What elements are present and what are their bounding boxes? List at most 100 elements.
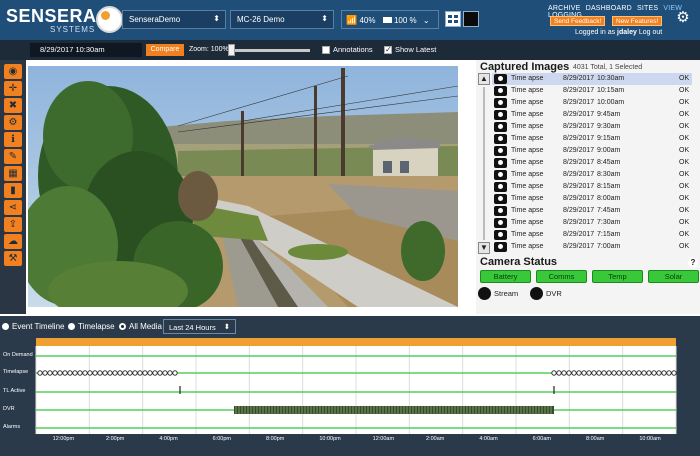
image-date: 8/29/2017 [563,159,595,166]
event-timeline-radio[interactable] [2,323,9,330]
image-time: 9:45am [597,111,621,118]
scroll-track[interactable] [483,87,485,240]
list-item[interactable]: Time apse 8/29/2017 8:30am OK [492,169,692,181]
timelapse-marker [661,370,667,376]
list-item[interactable]: Time apse 8/29/2017 9:15am OK [492,133,692,145]
timeline-x-label: 8:00pm [266,436,285,442]
timelapse-marker [72,370,78,376]
timelapse-marker [112,370,118,376]
camera-image[interactable] [28,66,458,307]
list-item[interactable]: Time apse 8/29/2017 7:00am OK [492,241,692,253]
timelapse-marker [152,370,158,376]
list-item[interactable]: Time apse 8/29/2017 8:45am OK [492,157,692,169]
camera-icon [494,242,507,252]
new-features-button[interactable]: New Features! [612,16,663,26]
show-latest-checkbox[interactable] [384,45,392,54]
list-item[interactable]: Time apse 8/29/2017 8:00am OK [492,193,692,205]
sensera-logo[interactable]: SENSERA SYSTEMS [6,4,124,36]
camera-select[interactable]: MC-26 Demo ⬍ [230,10,334,29]
nav-dashboard[interactable]: DASHBOARD [586,5,632,12]
site-select[interactable]: SenseraDemo ⬍ [122,10,226,29]
signal-value: 40% [359,16,376,25]
nav-sites[interactable]: SITES [637,5,658,12]
grid-view-icon[interactable] [445,11,461,27]
zoom-slider[interactable] [230,49,310,52]
upload-icon[interactable]: ⇪ [4,217,22,232]
send-feedback-button[interactable]: Send Feedback! [550,16,606,26]
captured-images-list[interactable]: Time apse 8/29/2017 10:30am OK Time apse 8/29… [492,73,700,254]
timelapse-marker [37,370,43,376]
list-item[interactable]: Time apse 8/29/2017 9:00am OK [492,145,692,157]
camera-icon[interactable]: ◉ [4,64,22,79]
camera-icon [494,146,507,156]
annotations-checkbox[interactable] [322,46,330,54]
timelapse-marker [666,370,672,376]
battery-status-button[interactable]: Battery [480,270,531,283]
share-icon[interactable]: ⋖ [4,200,22,215]
wifi-icon: 📶 [346,15,358,25]
timelapse-marker [67,370,73,376]
image-date: 8/29/2017 [563,171,595,178]
list-item[interactable]: Time apse 8/29/2017 9:45am OK [492,109,692,121]
timelapse-radio[interactable] [68,323,75,330]
scroll-up-icon[interactable]: ▲ [478,73,490,85]
single-view-icon[interactable] [463,11,479,27]
list-item[interactable]: Time apse 8/29/2017 10:30am OK [492,73,692,85]
image-time: 7:45am [597,207,621,214]
list-item[interactable]: Time apse 8/29/2017 7:45am OK [492,205,692,217]
list-scrollbar[interactable]: ▲ ▼ [478,73,490,254]
temp-status-button[interactable]: Temp [592,270,643,283]
timelapse-marker [87,370,93,376]
list-item[interactable]: Time apse 8/29/2017 7:30am OK [492,217,692,229]
stream-label: Stream [494,289,519,298]
chevron-updown-icon: ⬍ [223,322,230,331]
gear-icon[interactable]: ⚙ [674,9,692,27]
scroll-down-icon[interactable]: ▼ [478,242,490,254]
timelapse-marker [97,370,103,376]
solar-status-button[interactable]: Solar [648,270,699,283]
calendar-icon[interactable]: ▦ [4,166,22,181]
tools-icon[interactable]: ✖ [4,98,22,113]
list-item[interactable]: Time apse 8/29/2017 10:15am OK [492,85,692,97]
timeline-chart[interactable]: On Demand Timelapse TL Active DVR Alarms… [0,338,700,456]
list-item[interactable]: Time apse 8/29/2017 10:00am OK [492,97,692,109]
timelapse-marker [636,370,642,376]
timeline-x-label: 12:00pm [52,436,75,442]
list-item[interactable]: Time apse 8/29/2017 7:15am OK [492,229,692,241]
image-type: Time apse [511,219,544,226]
cloud-icon[interactable]: ☁ [4,234,22,249]
wrench-icon[interactable]: ⚒ [4,251,22,266]
list-item[interactable]: Time apse 8/29/2017 9:30am OK [492,121,692,133]
compare-button[interactable]: Compare [146,44,184,56]
date-field[interactable]: 8/29/2017 10:30am [30,43,142,57]
timelapse-marker [641,370,647,376]
help-icon[interactable]: ? [688,258,698,268]
trash-icon[interactable]: ▮ [4,183,22,198]
camera-status-title: Camera Status [480,256,558,268]
signal-battery-status[interactable]: 📶 40% 100 % ⌄ [341,10,439,29]
target-icon[interactable]: ✛ [4,81,22,96]
all-media-radio[interactable] [119,323,126,330]
image-type: Time apse [511,75,544,82]
image-status: OK [679,219,690,226]
annotations-label: Annotations [333,45,373,54]
pencil-icon[interactable]: ✎ [4,149,22,164]
timeline-x-label: 2:00am [426,436,445,442]
info-icon[interactable]: ℹ [4,132,22,147]
settings-icon[interactable]: ⚙ [4,115,22,130]
image-type: Time apse [511,147,544,154]
list-item[interactable]: Time apse 8/29/2017 8:15am OK [492,181,692,193]
logout-link[interactable]: Log out [639,29,662,36]
logged-in-info: Logged in as jdaley Log out [575,29,662,36]
timelapse-marker [656,370,662,376]
time-range-select[interactable]: Last 24 Hours ⬍ [163,319,236,334]
comms-status-button[interactable]: Comms [536,270,587,283]
timeline-x-label: 4:00am [479,436,498,442]
zoom-slider-handle[interactable] [228,44,235,56]
logo-ball-icon [96,6,123,33]
nav-archive[interactable]: ARCHIVE [548,5,581,12]
timeline-x-label: 4:00pm [159,436,178,442]
timelapse-marker [646,370,652,376]
timelapse-marker [127,370,133,376]
image-date: 8/29/2017 [563,207,595,214]
